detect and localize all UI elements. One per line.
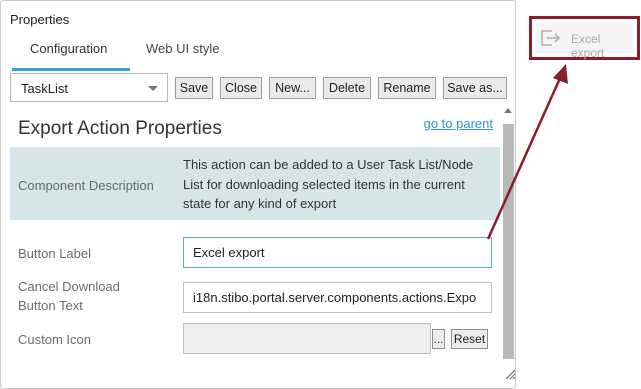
excel-export-preview-label: Excel export <box>571 32 605 60</box>
properties-panel: Export Action Properties go to parent Co… <box>10 105 500 375</box>
component-description-row: Component Description This action can be… <box>10 147 500 220</box>
scroll-thumb[interactable] <box>503 124 514 359</box>
cancel-download-input[interactable]: i18n.stibo.portal.server.components.acti… <box>183 282 492 313</box>
new-button[interactable]: New... <box>269 77 316 99</box>
save-button[interactable]: Save <box>175 77 213 99</box>
close-button[interactable]: Close <box>220 77 262 99</box>
cancel-download-label-line2: Button Text <box>18 298 83 313</box>
browse-icon-button[interactable]: ... <box>432 329 445 349</box>
custom-icon-input[interactable] <box>183 323 431 354</box>
excel-export-preview: Excel export <box>529 16 640 60</box>
tab-configuration[interactable]: Configuration <box>30 41 107 56</box>
go-to-parent-link[interactable]: go to parent <box>424 116 493 131</box>
scroll-up-arrow-icon[interactable] <box>504 108 512 113</box>
component-description-text: This action can be added to a User Task … <box>183 157 474 211</box>
reset-button[interactable]: Reset <box>451 329 488 349</box>
save-as-button[interactable]: Save as... <box>443 77 507 99</box>
component-description-label: Component Description <box>18 178 154 193</box>
resize-grip-icon[interactable] <box>502 366 516 380</box>
custom-icon-label: Custom Icon <box>18 332 91 347</box>
tab-bar: Configuration Web UI style <box>1 35 515 71</box>
excel-export-button-preview[interactable]: Excel export <box>536 23 633 60</box>
list-select[interactable]: TaskList <box>10 73 168 102</box>
export-icon <box>541 30 560 46</box>
active-tab-indicator <box>12 68 130 71</box>
tab-web-ui-style[interactable]: Web UI style <box>146 41 219 56</box>
list-select-value: TaskList <box>21 81 68 96</box>
dialog-title: Properties <box>10 12 70 27</box>
properties-dialog: Properties Configuration Web UI style Ta… <box>0 0 516 389</box>
vertical-scrollbar[interactable] <box>501 105 515 363</box>
button-label-label: Button Label <box>18 246 92 261</box>
page-title: Export Action Properties <box>18 118 222 139</box>
toolbar: TaskList Save Close New... Delete Rename… <box>10 73 508 103</box>
delete-button[interactable]: Delete <box>323 77 371 99</box>
cancel-download-label-line1: Cancel Download <box>18 279 120 294</box>
button-label-input[interactable]: Excel export <box>183 237 492 268</box>
chevron-down-icon <box>148 86 158 91</box>
rename-button[interactable]: Rename <box>378 77 436 99</box>
